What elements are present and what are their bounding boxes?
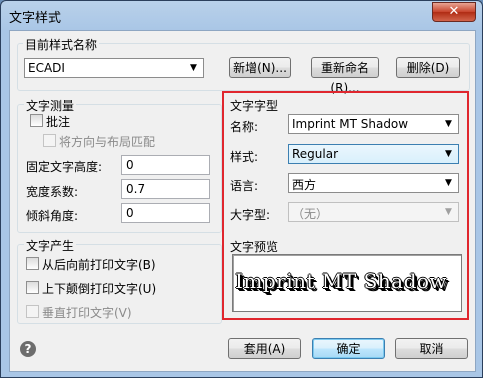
ok-button[interactable]: 确定 — [312, 338, 385, 359]
upside-down-checkbox[interactable]: 上下颠倒打印文字(U) — [26, 280, 206, 296]
text-measure-label: 文字测量 — [24, 97, 77, 114]
text-preview: Imprint MT Shadow — [232, 254, 462, 312]
help-icon[interactable]: ? — [20, 341, 36, 357]
oblique-angle-input[interactable]: 0 — [121, 203, 210, 223]
current-style-combo[interactable]: ECADI ▼ — [24, 58, 204, 78]
vertical-checkbox[interactable]: 垂直打印文字(V) — [26, 304, 206, 320]
dialog-window: 文字样式 ✕ 目前样式名称 ECADI ▼ 新增(N)... 重新命名(R)..… — [0, 0, 483, 378]
preview-label: 文字预览 — [230, 240, 279, 254]
font-name-label: 名称: — [230, 120, 259, 134]
apply-button[interactable]: 套用(A) — [228, 338, 301, 359]
font-name-value: Imprint MT Shadow — [292, 117, 409, 131]
chevron-down-icon: ▼ — [190, 63, 197, 73]
font-style-combo[interactable]: Regular ▼ — [288, 144, 459, 164]
cancel-button[interactable]: 取消 — [395, 338, 468, 359]
font-style-label: 样式: — [230, 150, 259, 164]
font-group-label: 文字字型 — [230, 99, 279, 113]
rename-style-button[interactable]: 重新命名(R)... — [311, 57, 379, 95]
language-label: 语言: — [230, 179, 259, 193]
new-style-button[interactable]: 新增(N)... — [229, 57, 291, 78]
width-factor-label: 宽度系数: — [26, 185, 79, 199]
close-icon: ✕ — [448, 4, 460, 19]
big-font-label: 大字型: — [230, 208, 271, 222]
oblique-angle-label: 倾斜角度: — [26, 209, 79, 223]
language-combo[interactable]: 西方 ▼ — [288, 173, 459, 193]
preview-text: Imprint MT Shadow — [235, 269, 448, 293]
chevron-down-icon: ▼ — [445, 207, 452, 217]
current-style-value: ECADI — [28, 61, 65, 75]
text-generation-label: 文字产生 — [24, 237, 77, 254]
annotative-checkbox[interactable]: 批注 — [30, 113, 180, 129]
match-orientation-checkbox[interactable]: 将方向与布局匹配 — [43, 133, 203, 149]
title-bar[interactable]: 文字样式 ✕ — [1, 1, 482, 29]
fixed-height-label: 固定文字高度: — [26, 160, 103, 174]
big-font-value: （无） — [292, 207, 329, 221]
font-name-combo[interactable]: Imprint MT Shadow ▼ — [288, 114, 459, 134]
close-button[interactable]: ✕ — [432, 2, 476, 22]
width-factor-input[interactable]: 0.7 — [121, 179, 210, 199]
big-font-combo[interactable]: （无） ▼ — [288, 202, 459, 222]
dialog-body: 目前样式名称 ECADI ▼ 新增(N)... 重新命名(R)... 删除(D)… — [9, 30, 476, 372]
window-title: 文字样式 — [9, 11, 62, 26]
chevron-down-icon: ▼ — [445, 178, 452, 188]
current-style-label: 目前样式名称 — [23, 36, 100, 53]
font-style-value: Regular — [292, 147, 339, 161]
chevron-down-icon: ▼ — [445, 119, 452, 129]
language-value: 西方 — [292, 178, 317, 192]
delete-style-button[interactable]: 删除(D) — [396, 57, 460, 78]
backwards-checkbox[interactable]: 从后向前打印文字(B) — [26, 256, 206, 272]
chevron-down-icon: ▼ — [445, 149, 452, 159]
fixed-height-input[interactable]: 0 — [121, 155, 210, 175]
